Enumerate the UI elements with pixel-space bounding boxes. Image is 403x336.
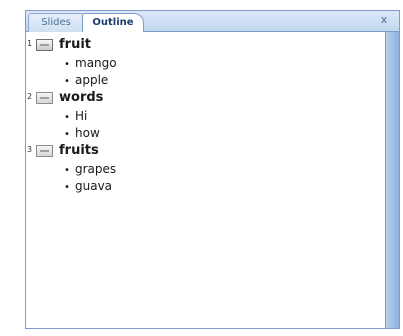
outline-bullet[interactable]: • guava bbox=[64, 179, 112, 194]
bullet-icon: • bbox=[64, 59, 70, 70]
outline-bullet[interactable]: • how bbox=[64, 126, 100, 141]
slide-icon[interactable] bbox=[36, 92, 53, 104]
outline-bullet[interactable]: • Hi bbox=[64, 109, 87, 124]
bullet-text: how bbox=[75, 126, 100, 140]
outline-bullet[interactable]: • grapes bbox=[64, 162, 116, 177]
vertical-scrollbar[interactable] bbox=[385, 32, 399, 328]
bullet-text: Hi bbox=[75, 109, 88, 123]
outline-slide-1[interactable]: 1 fruit bbox=[26, 37, 385, 53]
bullet-text: apple bbox=[75, 73, 109, 87]
slide-number: 2 bbox=[27, 92, 33, 101]
bullet-text: guava bbox=[75, 179, 113, 193]
bullet-text: grapes bbox=[75, 162, 117, 176]
slide-number: 1 bbox=[27, 39, 33, 48]
bullet-icon: • bbox=[64, 165, 70, 176]
tab-outline[interactable]: Outline bbox=[82, 13, 144, 33]
bullet-text: mango bbox=[75, 56, 117, 70]
outline-pane: Slides Outline x 1 fruit • mango • apple 2… bbox=[25, 10, 400, 329]
tab-slides[interactable]: Slides bbox=[28, 13, 84, 32]
slide-icon[interactable] bbox=[36, 145, 53, 157]
bullet-icon: • bbox=[64, 182, 70, 193]
tab-strip: Slides Outline x bbox=[26, 11, 399, 33]
outline-bullet[interactable]: • apple bbox=[64, 73, 108, 88]
close-icon: x bbox=[380, 13, 388, 26]
outline-bullet[interactable]: • mango bbox=[64, 56, 117, 71]
slide-title[interactable]: fruit bbox=[59, 37, 91, 52]
slide-icon[interactable] bbox=[36, 39, 53, 51]
outline-slide-3[interactable]: 3 fruits bbox=[26, 143, 385, 159]
outline-slide-2[interactable]: 2 words bbox=[26, 90, 385, 106]
outline-content[interactable]: 1 fruit • mango • apple 2 words • Hi • how 3… bbox=[26, 32, 385, 328]
bullet-icon: • bbox=[64, 76, 70, 87]
slide-number: 3 bbox=[27, 145, 33, 154]
slide-title[interactable]: fruits bbox=[59, 143, 99, 158]
bullet-icon: • bbox=[64, 112, 70, 123]
close-pane-button[interactable]: x bbox=[377, 13, 391, 27]
bullet-icon: • bbox=[64, 129, 70, 140]
slide-title[interactable]: words bbox=[59, 90, 103, 105]
